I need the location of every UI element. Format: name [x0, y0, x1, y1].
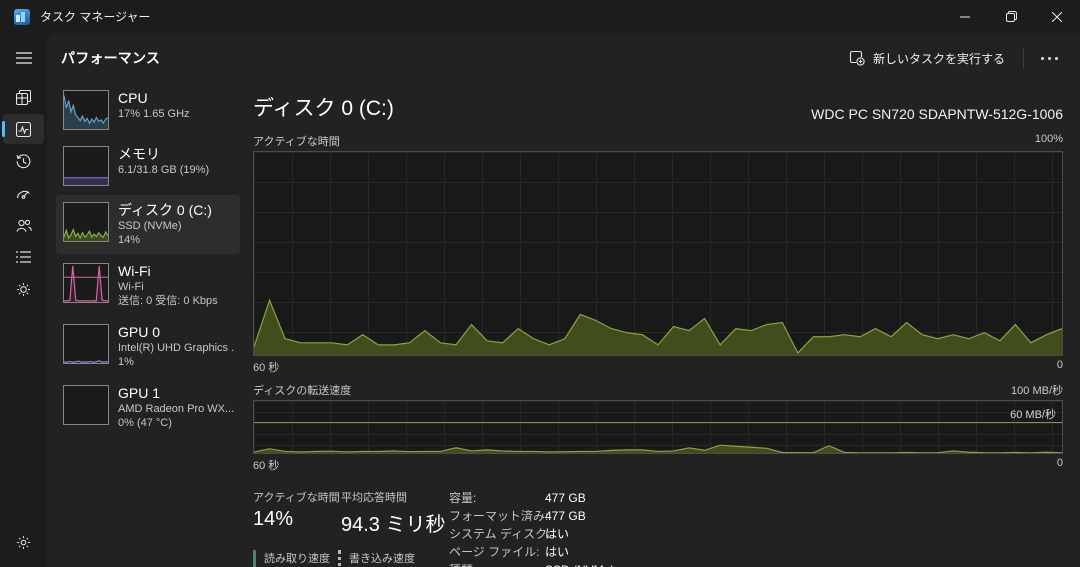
- detail-row-formatted: フォーマット済み:477 GB: [449, 507, 614, 525]
- sidebar-item-disk0[interactable]: ディスク 0 (C:) SSD (NVMe) 14%: [56, 195, 240, 254]
- run-new-task-button[interactable]: 新しいタスクを実行する: [839, 44, 1015, 73]
- item-title: Wi-Fi: [118, 263, 218, 280]
- item-subtitle: Intel(R) UHD Graphics ...: [118, 341, 234, 355]
- item-subtitle: 6.1/31.8 GB (19%): [118, 163, 209, 177]
- sidebar-item-wifi[interactable]: Wi-Fi Wi-Fi 送信: 0 受信: 0 Kbps: [56, 256, 240, 315]
- nav-processes[interactable]: [3, 82, 44, 112]
- x-axis-left-label: 60 秒: [253, 457, 279, 473]
- maximize-restore-button[interactable]: [988, 0, 1034, 33]
- nav-performance[interactable]: [3, 114, 44, 144]
- selected-accent-bar: [2, 121, 5, 137]
- disk-mini-chart: [63, 202, 109, 242]
- active-time-chart-max: 100%: [1035, 133, 1063, 149]
- disk-detail-pane: ディスク 0 (C:) WDC PC SN720 SDAPNTW-512G-10…: [240, 83, 1080, 567]
- settings-gear-icon[interactable]: [3, 527, 44, 557]
- item-title: ディスク 0 (C:): [118, 202, 212, 219]
- detail-row-page-file: ページ ファイル:はい: [449, 543, 614, 561]
- detail-row-capacity: 容量:477 GB: [449, 489, 614, 507]
- detail-row-system-disk: システム ディスク:はい: [449, 525, 614, 543]
- transfer-rate-chart: 60 MB/秒: [253, 400, 1063, 454]
- x-axis-right-label: 0: [1057, 359, 1063, 375]
- item-subtitle: 送信: 0 受信: 0 Kbps: [118, 294, 218, 308]
- run-new-task-label: 新しいタスクを実行する: [873, 50, 1005, 67]
- detail-row-type: 種類:SSD (NVMe): [449, 561, 614, 567]
- x-axis-left-label: 60 秒: [253, 359, 279, 375]
- run-new-task-icon: [849, 50, 865, 66]
- sidebar-item-gpu1[interactable]: GPU 1 AMD Radeon Pro WX... 0% (47 °C): [56, 378, 240, 437]
- page-header: パフォーマンス 新しいタスクを実行する: [47, 33, 1080, 83]
- stats-block: アクティブな時間 14% 平均応答時間 94.3 ミリ秒 読み取り速度 0 KB…: [253, 489, 449, 567]
- gpu0-mini-chart: [63, 324, 109, 364]
- transfer-chart-max: 100 MB/秒: [1011, 382, 1063, 398]
- device-name: WDC PC SN720 SDAPNTW-512G-1006: [811, 106, 1063, 122]
- item-title: メモリ: [118, 146, 209, 163]
- disk-details: 容量:477 GB フォーマット済み:477 GB システム ディスク:はい ペ…: [449, 489, 614, 567]
- item-title: GPU 1: [118, 385, 234, 402]
- nav-app-history[interactable]: [3, 146, 44, 176]
- task-manager-window: タスク マネージャー: [0, 0, 1080, 567]
- memory-mini-chart: [63, 146, 109, 186]
- gpu1-mini-chart: [63, 385, 109, 425]
- scale-line: [254, 422, 1062, 423]
- avg-response-stat: 平均応答時間 94.3 ミリ秒: [341, 489, 449, 537]
- item-subtitle: 14%: [118, 233, 212, 247]
- x-axis-right-label: 0: [1057, 457, 1063, 473]
- transfer-chart-label: ディスクの転送速度: [253, 382, 351, 398]
- window-controls: [942, 0, 1080, 33]
- titlebar: タスク マネージャー: [0, 0, 1080, 33]
- item-subtitle: 0% (47 °C): [118, 416, 234, 430]
- nav-details[interactable]: [3, 242, 44, 272]
- item-title: CPU: [118, 90, 190, 107]
- performance-sidebar: CPU 17% 1.65 GHz メモリ 6.1/31.8 GB (19%) デ…: [56, 83, 240, 567]
- sidebar-item-memory[interactable]: メモリ 6.1/31.8 GB (19%): [56, 139, 240, 193]
- nav-startup-apps[interactable]: [3, 178, 44, 208]
- item-subtitle: 17% 1.65 GHz: [118, 107, 190, 121]
- close-button[interactable]: [1034, 0, 1080, 33]
- scale-line-label: 60 MB/秒: [1010, 406, 1056, 422]
- task-manager-app-icon: [14, 9, 30, 25]
- sidebar-item-gpu0[interactable]: GPU 0 Intel(R) UHD Graphics ... 1%: [56, 317, 240, 376]
- nav-rail: [0, 33, 47, 567]
- item-subtitle: Wi-Fi: [118, 280, 218, 294]
- header-separator: [1023, 48, 1024, 68]
- more-options-icon[interactable]: [1032, 45, 1066, 71]
- nav-users[interactable]: [3, 210, 44, 240]
- page-title: パフォーマンス: [61, 48, 160, 68]
- active-time-stat: アクティブな時間 14%: [253, 489, 341, 537]
- cpu-mini-chart: [63, 90, 109, 130]
- nav-services[interactable]: [3, 274, 44, 304]
- wifi-mini-chart: [63, 263, 109, 303]
- minimize-button[interactable]: [942, 0, 988, 33]
- item-title: GPU 0: [118, 324, 234, 341]
- window-title: タスク マネージャー: [40, 8, 151, 25]
- active-time-chart: [253, 151, 1063, 356]
- active-time-chart-label: アクティブな時間: [253, 133, 340, 149]
- item-subtitle: AMD Radeon Pro WX...: [118, 402, 234, 416]
- disk-title: ディスク 0 (C:): [253, 92, 394, 122]
- item-subtitle: SSD (NVMe): [118, 219, 212, 233]
- content-panel: パフォーマンス 新しいタスクを実行する: [47, 33, 1080, 567]
- read-speed-stat: 読み取り速度 0 KB/秒: [253, 550, 338, 567]
- write-speed-stat: 書き込み速度 41.5 KB/秒: [338, 550, 443, 567]
- menu-icon[interactable]: [3, 43, 44, 73]
- sidebar-item-cpu[interactable]: CPU 17% 1.65 GHz: [56, 83, 240, 137]
- item-subtitle: 1%: [118, 355, 234, 369]
